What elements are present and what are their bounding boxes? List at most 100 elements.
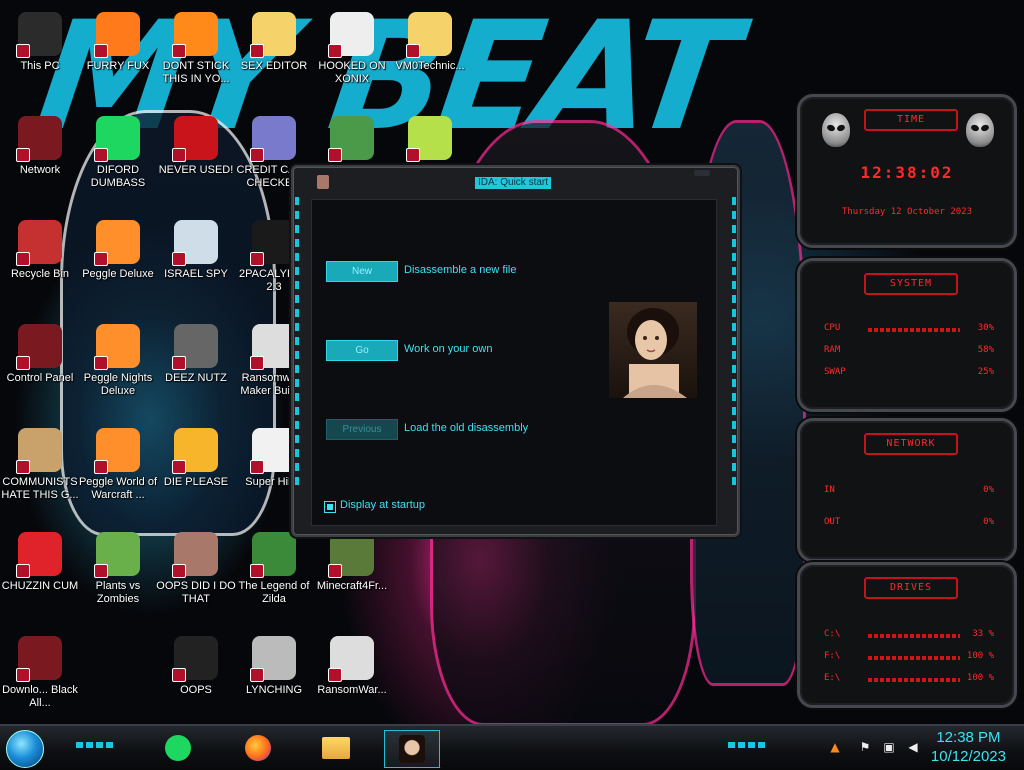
desktop-icon-label: OOPS xyxy=(180,684,212,696)
system-widget: SYSTEM CPU 30% RAM 58% SWAP 25% xyxy=(797,258,1017,412)
shortcut-badge-icon xyxy=(328,668,342,682)
shortcut-badge-icon xyxy=(94,356,108,370)
santa-icon xyxy=(328,116,374,162)
desktop-icon[interactable]: Control Panel xyxy=(0,316,80,412)
network-icon[interactable]: ▣ xyxy=(882,740,896,754)
desktop-icon[interactable]: ISRAEL SPY xyxy=(156,212,236,308)
taskbar-spotify-button[interactable] xyxy=(160,730,196,766)
desktop-icon[interactable]: This PC xyxy=(0,4,80,100)
window-titlebar[interactable]: IDA: Quick start xyxy=(293,167,738,193)
desktop-icon[interactable]: OOPS DID I DO THAT xyxy=(156,524,236,620)
new-description: Disassemble a new file xyxy=(404,264,517,276)
shortcut-badge-icon xyxy=(94,148,108,162)
network-out-value: 0% xyxy=(983,517,994,527)
network-widget: NETWORK IN 0% OUT 0% xyxy=(797,418,1017,562)
terminal-icon xyxy=(250,220,296,266)
desktop-icon-label: NEVER USED! xyxy=(158,164,234,176)
desktop-icon[interactable]: Peggle Nights Deluxe xyxy=(78,316,158,412)
desktop-icon[interactable]: OOPS xyxy=(156,628,236,724)
desktop-icon[interactable]: VM0Technic... xyxy=(390,4,470,100)
desktop-icon-label: Plants vs Zombies xyxy=(95,580,141,605)
desktop-icon-label: DIFORD DUMBASS xyxy=(90,164,146,189)
swap-label: SWAP xyxy=(824,367,846,377)
desktop-icon-label: Peggle Deluxe xyxy=(82,268,154,280)
drive-f-label: F:\ xyxy=(824,651,841,661)
flag-icon[interactable]: ⚑ xyxy=(858,740,872,754)
lime-icon xyxy=(406,116,452,162)
shortcut-badge-icon xyxy=(250,44,264,58)
start-button[interactable] xyxy=(6,730,44,768)
desktop-icon[interactable]: Network xyxy=(0,108,80,204)
vlc-cone-icon[interactable]: ▲ xyxy=(828,740,842,754)
desktop-icon[interactable]: COMMUNISTS HATE THIS G... xyxy=(0,420,80,516)
network-in-value: 0% xyxy=(983,485,994,495)
new-button[interactable]: New xyxy=(326,261,398,282)
taskbar-clock[interactable]: 12:38 PM 10/12/2023 xyxy=(931,728,1006,766)
taskbar-firefox-button[interactable] xyxy=(240,730,276,766)
volume-icon[interactable]: ◀ xyxy=(906,740,920,754)
desktop-icon[interactable]: Recycle Bin xyxy=(0,212,80,308)
desktop-icon[interactable]: DEEZ NUTZ xyxy=(156,316,236,412)
drive-f-value: 100 % xyxy=(966,651,994,661)
portrait-icon xyxy=(399,735,425,763)
desktop-icon-label: Control Panel xyxy=(6,372,74,384)
desktop-icon[interactable]: CHUZZIN CUM xyxy=(0,524,80,620)
cpu-value: 30% xyxy=(977,323,994,333)
desktop-icon[interactable]: Plants vs Zombies xyxy=(78,524,158,620)
drive-e-bar xyxy=(868,678,960,682)
shortcut-badge-icon xyxy=(16,148,30,162)
drive-e-label: E:\ xyxy=(824,673,841,683)
previous-button[interactable]: Previous xyxy=(326,419,398,440)
drive-c-value: 33 % xyxy=(972,629,994,639)
desktop-icon[interactable]: HOOKED ON XONIX xyxy=(312,4,392,100)
drive-c-row: C:\ 33 % xyxy=(824,629,994,643)
desktop-icon-label: The Legend of Zilda xyxy=(238,580,310,605)
clock-date: 10/12/2023 xyxy=(930,748,1006,765)
drive-f-bar xyxy=(868,656,960,660)
go-button[interactable]: Go xyxy=(326,340,398,361)
shortcut-badge-icon xyxy=(172,460,186,474)
devcpp-icon xyxy=(172,116,218,162)
desktop-icon[interactable]: DIFORD DUMBASS xyxy=(78,108,158,204)
desktop-icon[interactable]: Peggle World of Warcraft ... xyxy=(78,420,158,516)
desktop-icon[interactable]: Peggle Deluxe xyxy=(78,212,158,308)
desktop-icon[interactable]: Minecraft4Fr... xyxy=(312,524,392,620)
desktop-icon[interactable]: NEVER USED! xyxy=(156,108,236,204)
time-widget-clock: 12:38:02 xyxy=(860,163,954,182)
desktop-icon[interactable]: LYNCHING xyxy=(234,628,314,724)
zelda-icon xyxy=(250,532,296,578)
shortcut-badge-icon xyxy=(172,668,186,682)
decorative-edge-left xyxy=(295,197,299,487)
desktop-icon[interactable]: DIE PLEASE xyxy=(156,420,236,516)
ida-quick-start-window[interactable]: IDA: Quick start New Disassemble a new f… xyxy=(291,165,740,537)
drive-c-label: C:\ xyxy=(824,629,841,639)
network-widget-title: NETWORK xyxy=(864,433,958,455)
drive-f-row: F:\ 100 % xyxy=(824,651,994,665)
desktop-icon-label: This PC xyxy=(20,60,60,72)
desktop-icon-label: FURRY FUX xyxy=(86,60,150,72)
ida-content-panel: New Disassemble a new file Go Work on yo… xyxy=(311,199,717,526)
anime-girl-icon xyxy=(406,12,452,58)
desktop-icon[interactable]: RansomWar... xyxy=(312,628,392,724)
display-at-startup-checkbox[interactable] xyxy=(324,501,336,513)
shortcut-badge-icon xyxy=(172,564,186,578)
desktop-icon[interactable]: SEX EDITOR xyxy=(234,4,314,100)
shortcut-badge-icon xyxy=(16,460,30,474)
taskbar-explorer-button[interactable] xyxy=(318,730,354,766)
remote-desktop-icon xyxy=(172,220,218,266)
shortcut-badge-icon xyxy=(250,460,264,474)
desktop-icon-label: Network xyxy=(19,164,61,176)
ram-value: 58% xyxy=(977,345,994,355)
drives-widget: DRIVES C:\ 33 % F:\ 100 % E:\ 100 % xyxy=(797,562,1017,708)
desktop-icon[interactable]: Downlo... Black All... xyxy=(0,628,80,724)
taskbar-ida-button[interactable] xyxy=(384,730,440,768)
desktop-icon[interactable]: DONT STICK THIS IN YO... xyxy=(156,4,236,100)
shortcut-badge-icon xyxy=(16,44,30,58)
window-title: IDA: Quick start xyxy=(475,177,552,189)
shortcut-badge-icon xyxy=(328,148,342,162)
decorative-edge-right xyxy=(732,197,736,487)
network-in-row: IN 0% xyxy=(824,485,994,499)
close-button[interactable] xyxy=(694,170,710,176)
desktop-icon[interactable]: The Legend of Zilda xyxy=(234,524,314,620)
desktop-icon[interactable]: FURRY FUX xyxy=(78,4,158,100)
